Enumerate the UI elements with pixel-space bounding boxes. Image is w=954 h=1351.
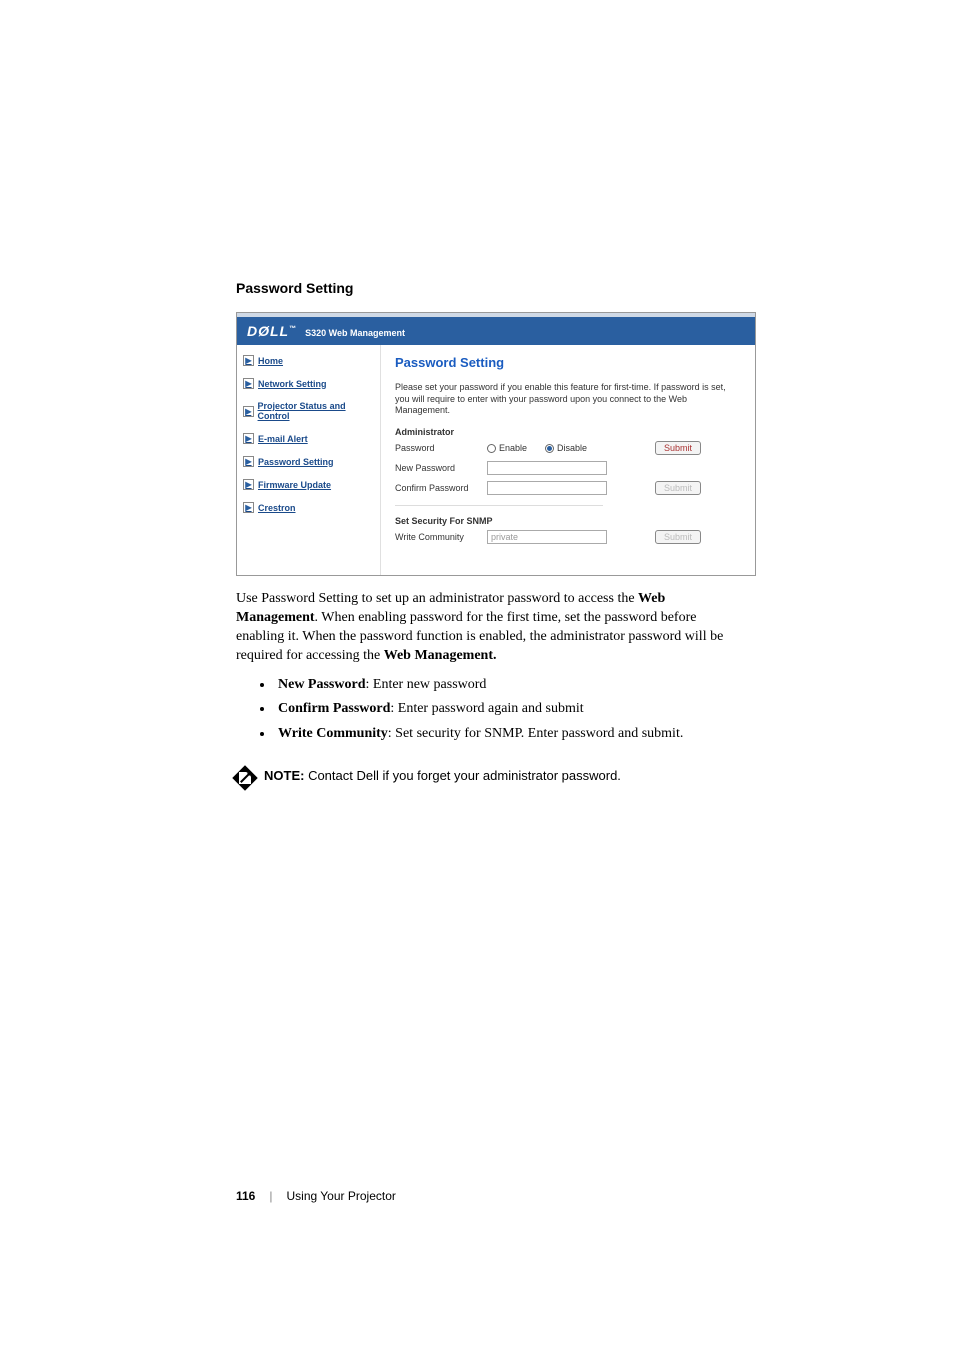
page-footer: 116 | Using Your Projector [236, 1189, 396, 1203]
write-community-row: Write Community Submit [395, 530, 741, 544]
note-icon [232, 766, 257, 791]
arrow-icon: ▶ [243, 378, 254, 389]
bullet-text: : Enter password again and submit [390, 701, 583, 716]
bullet-text: : Set security for SNMP. Enter password … [388, 726, 684, 741]
disable-radio[interactable]: Disable [545, 443, 587, 453]
bullet-bold: New Password [278, 677, 366, 692]
arrow-icon: ▶ [243, 355, 254, 366]
nav-password-setting[interactable]: ▶ Password Setting [243, 456, 374, 467]
main-panel: Password Setting Please set your passwor… [381, 345, 755, 575]
nav-home[interactable]: ▶ Home [243, 355, 374, 366]
panel-title: Password Setting [395, 355, 741, 370]
write-community-input[interactable] [487, 530, 607, 544]
submit-button-disabled[interactable]: Submit [655, 530, 701, 544]
body-paragraph: Use Password Setting to set up an admini… [236, 590, 746, 666]
nav-firmware-update[interactable]: ▶ Firmware Update [243, 479, 374, 490]
arrow-icon: ▶ [243, 479, 254, 490]
nav-label: E-mail Alert [258, 434, 308, 444]
nav-label: Firmware Update [258, 480, 331, 490]
note-block: NOTE: Contact Dell if you forget your ad… [236, 768, 746, 787]
nav-label: Password Setting [258, 457, 334, 467]
snmp-section-label: Set Security For SNMP [395, 516, 741, 526]
radio-icon [545, 444, 554, 453]
footer-separator: | [269, 1189, 272, 1203]
submit-button-disabled[interactable]: Submit [655, 481, 701, 495]
radio-label: Enable [499, 443, 527, 453]
submit-button[interactable]: Submit [655, 441, 701, 455]
divider [395, 505, 603, 506]
confirm-password-row: Confirm Password Submit [395, 481, 741, 495]
enable-radio[interactable]: Enable [487, 443, 527, 453]
web-management-screenshot: DØLL™ S320 Web Management ▶ Home ▶ Network… [236, 312, 756, 576]
footer-section: Using Your Projector [286, 1189, 395, 1203]
page-number: 116 [236, 1189, 255, 1203]
nav-label: Home [258, 356, 283, 366]
arrow-icon: ▶ [243, 406, 254, 417]
nav-projector-status[interactable]: ▶ Projector Status and Control [243, 401, 374, 421]
note-text: NOTE: Contact Dell if you forget your ad… [264, 768, 621, 783]
bullet-text: : Enter new password [366, 677, 487, 692]
confirm-password-label: Confirm Password [395, 483, 487, 493]
brand-logo: DØLL™ [247, 323, 297, 339]
sidebar-nav: ▶ Home ▶ Network Setting ▶ Projector Status… [237, 345, 381, 575]
bullet-bold: Write Community [278, 726, 388, 741]
nav-crestron[interactable]: ▶ Crestron [243, 502, 374, 513]
admin-section-label: Administrator [395, 427, 741, 437]
bullet-list: New Password: Enter new password Confirm… [274, 676, 746, 745]
panel-description: Please set your password if you enable t… [395, 382, 741, 417]
password-label: Password [395, 443, 487, 453]
radio-label: Disable [557, 443, 587, 453]
bullet-write-community: Write Community: Set security for SNMP. … [274, 725, 746, 744]
nav-label: Crestron [258, 503, 296, 513]
write-community-label: Write Community [395, 532, 487, 542]
nav-network-setting[interactable]: ▶ Network Setting [243, 378, 374, 389]
note-body: Contact Dell if you forget your administ… [304, 768, 620, 783]
brand-tm: ™ [289, 325, 297, 332]
brand-text: DØLL [247, 323, 289, 339]
app-subtitle: S320 Web Management [305, 328, 405, 338]
nav-label: Network Setting [258, 379, 327, 389]
bullet-confirm-password: Confirm Password: Enter password again a… [274, 700, 746, 719]
password-enable-row: Password Enable Disable Submit [395, 441, 741, 455]
arrow-icon: ▶ [243, 433, 254, 444]
bullet-bold: Confirm Password [278, 701, 390, 716]
new-password-row: New Password [395, 461, 741, 475]
radio-dot-icon [547, 446, 552, 451]
new-password-label: New Password [395, 463, 487, 473]
screenshot-header: DØLL™ S320 Web Management [237, 317, 755, 345]
body-text-fragment: Use Password Setting to set up an admini… [236, 591, 638, 606]
nav-label: Projector Status and Control [258, 401, 374, 421]
new-password-input[interactable] [487, 461, 607, 475]
bullet-new-password: New Password: Enter new password [274, 676, 746, 695]
radio-icon [487, 444, 496, 453]
nav-email-alert[interactable]: ▶ E-mail Alert [243, 433, 374, 444]
confirm-password-input[interactable] [487, 481, 607, 495]
body-text-bold: Web Management. [384, 648, 497, 663]
section-heading: Password Setting [236, 280, 746, 296]
arrow-icon: ▶ [243, 502, 254, 513]
note-label: NOTE: [264, 768, 304, 783]
arrow-icon: ▶ [243, 456, 254, 467]
